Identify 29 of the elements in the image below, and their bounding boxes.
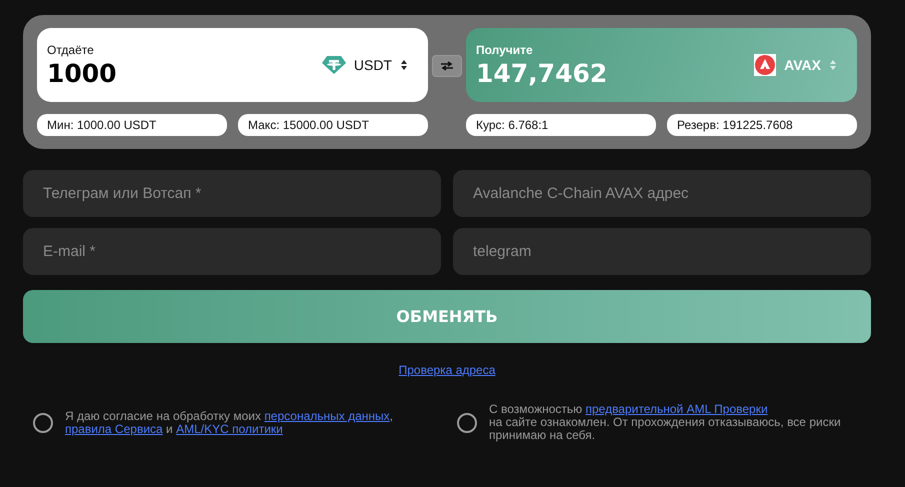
max-amount: Макс: 15000.00 USDT (238, 114, 428, 136)
swap-button[interactable] (432, 55, 462, 77)
input-field[interactable]: Телеграм или Вотсап * (23, 170, 441, 217)
input-field[interactable]: Avalanche C-Chain AVAX адрес (453, 170, 871, 217)
consent-link[interactable]: AML/KYC политики (176, 422, 283, 436)
min-amount: Мин: 1000.00 USDT (37, 114, 227, 136)
give-label: Отдаёте (47, 42, 95, 56)
avalanche-icon (754, 54, 776, 76)
receive-amount: 147,7462 (476, 58, 608, 88)
sort-icon (829, 59, 837, 71)
input-field[interactable]: E-mail * (23, 228, 441, 275)
input-field[interactable]: telegram (453, 228, 871, 275)
consent-link[interactable]: правила Сервиса (65, 422, 163, 436)
consent-link[interactable]: предварительной AML Проверки (585, 402, 768, 416)
exchange-rate: Курс: 6.768:1 (466, 114, 656, 136)
consent-link[interactable]: персональных данных (264, 408, 390, 423)
exchange-button[interactable]: ОБМЕНЯТЬ (23, 290, 871, 343)
radio-button[interactable] (457, 412, 477, 433)
receive-label: Получите (476, 42, 534, 56)
consent-text: Я даю согласие на обработку моих персональных данных, правила Сервиса и AML/KYC политики (65, 410, 394, 436)
tether-icon (322, 55, 346, 75)
amount-input[interactable]: 1000 (47, 58, 197, 88)
swap-icon (440, 61, 454, 71)
consent-text: С возможностью предварительной AML Проверки на сайте ознакомлен. От прохождения отказываюсь, все риски принимаю на себя. (489, 403, 842, 443)
radio-button[interactable] (33, 412, 53, 433)
address-check-link[interactable]: Проверка адреса (398, 363, 496, 377)
sort-icon (400, 59, 408, 71)
currency-select[interactable]: USDT (322, 55, 418, 75)
reserve-amount: Резерв: 191225.7608 (667, 114, 857, 136)
